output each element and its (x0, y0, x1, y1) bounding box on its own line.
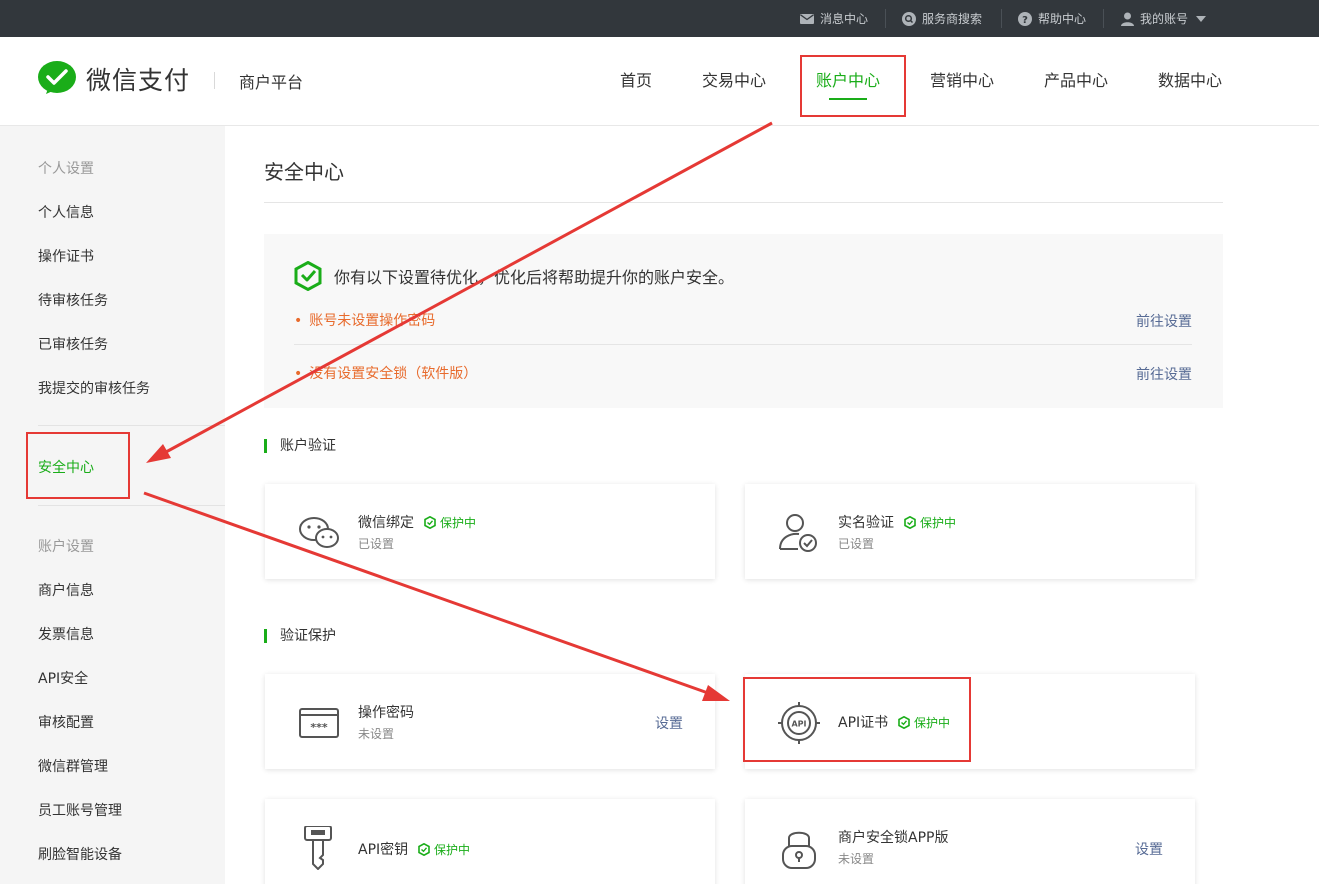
alert-divider (294, 344, 1192, 345)
key-icon (304, 826, 332, 870)
sidebar-item-personal-info[interactable]: 个人信息 (38, 202, 94, 222)
sidebar: 个人设置 个人信息 操作证书 待审核任务 已审核任务 我提交的审核任务 安全中心… (0, 126, 225, 884)
chevron-down-icon (1196, 15, 1207, 22)
sidebar-item-invoice-info[interactable]: 发票信息 (38, 624, 94, 644)
card-security-lock-app[interactable]: 商户安全锁APP版 未设置 设置 (745, 799, 1195, 884)
annotation-box-security-center (26, 432, 130, 499)
badge-label: 保护中 (440, 516, 477, 530)
setup-button[interactable]: 设置 (1135, 839, 1163, 859)
messages-label: 消息中心 (820, 12, 869, 26)
messages-link[interactable]: 消息中心 (800, 0, 868, 37)
badge-label: 保护中 (920, 516, 957, 530)
main-header: 微信支付 商户平台 首页 交易中心 账户中心 营销中心 产品中心 数据中心 (0, 37, 1319, 126)
user-verified-icon (779, 514, 817, 552)
sidebar-item-api-security[interactable]: API安全 (38, 668, 88, 688)
user-icon (1121, 12, 1134, 26)
warning-no-security-lock: 没有设置安全锁（软件版） (294, 363, 477, 383)
wechat-pay-logo[interactable]: 微信支付 (38, 61, 190, 97)
question-icon: ? (1018, 11, 1032, 26)
nav-marketing-center[interactable]: 营销中心 (930, 67, 994, 91)
warning-no-op-password: 账号未设置操作密码 (294, 310, 435, 330)
shield-check-icon (294, 261, 322, 291)
sidebar-item-staff-accounts[interactable]: 员工账号管理 (38, 800, 122, 820)
card-wechat-bind[interactable]: 微信绑定 保护中 已设置 (265, 484, 715, 579)
card-real-name[interactable]: 实名验证 保护中 已设置 (745, 484, 1195, 579)
card-status: 未设置 (358, 727, 395, 741)
mail-icon (800, 13, 814, 24)
account-label: 我的账号 (1140, 12, 1189, 26)
card-title: 实名验证 (838, 515, 894, 531)
sidebar-divider (38, 505, 225, 506)
alert-message: 你有以下设置待优化，优化后将帮助提升你的账户安全。 (334, 268, 735, 287)
provider-search-link[interactable]: 服务商搜索 (902, 0, 982, 37)
search-icon (902, 11, 916, 26)
card-status: 已设置 (838, 537, 875, 551)
svg-text:***: *** (310, 721, 328, 734)
sidebar-item-review-config[interactable]: 审核配置 (38, 712, 94, 732)
section-verification-protection: 验证保护 (264, 629, 336, 643)
card-title: API密钥 (358, 842, 409, 858)
annotation-box-api-certificate (743, 677, 971, 762)
card-title: 操作密码 (358, 705, 414, 721)
card-title: 商户安全锁APP版 (838, 830, 949, 846)
status-badge: 保护中 (418, 841, 470, 858)
annotation-box-account-center (800, 55, 906, 117)
nav-home[interactable]: 首页 (620, 67, 652, 91)
sidebar-item-wechat-group[interactable]: 微信群管理 (38, 756, 108, 776)
brand-name: 微信支付 (86, 66, 191, 95)
sidebar-group-account: 账户设置 (38, 539, 94, 555)
title-divider (264, 202, 1223, 203)
setup-button[interactable]: 设置 (655, 713, 683, 733)
wechat-chat-icon (299, 517, 339, 548)
sidebar-item-op-certificate[interactable]: 操作证书 (38, 246, 94, 266)
sidebar-group-personal: 个人设置 (38, 161, 94, 177)
help-link[interactable]: ? 帮助中心 (1018, 0, 1086, 37)
card-op-password[interactable]: *** 操作密码 未设置 设置 (265, 674, 715, 769)
section-account-verification: 账户验证 (264, 439, 336, 453)
sidebar-item-my-submitted[interactable]: 我提交的审核任务 (38, 378, 150, 398)
account-menu[interactable]: 我的账号 (1121, 0, 1207, 37)
topbar-separator (885, 9, 886, 28)
provider-search-label: 服务商搜索 (922, 12, 983, 26)
wechat-pay-logo-icon (38, 61, 76, 94)
card-title: 微信绑定 (358, 515, 414, 531)
sidebar-item-reviewed[interactable]: 已审核任务 (38, 334, 108, 354)
top-utility-bar: 消息中心 服务商搜索 ? 帮助中心 我的账号 (0, 0, 1319, 37)
shield-icon (418, 843, 430, 856)
topbar-separator (1001, 9, 1002, 28)
help-label: 帮助中心 (1038, 12, 1087, 26)
sidebar-divider (38, 425, 225, 426)
sidebar-item-merchant-info[interactable]: 商户信息 (38, 580, 94, 600)
nav-data-center[interactable]: 数据中心 (1158, 67, 1222, 91)
logo-divider (214, 72, 215, 89)
shield-icon (424, 516, 436, 529)
topbar-separator (1103, 9, 1104, 28)
page-title: 安全中心 (264, 160, 344, 184)
goto-setting-link[interactable]: 前往设置 (1136, 311, 1192, 331)
lock-icon (782, 831, 816, 869)
status-badge: 保护中 (904, 514, 956, 531)
sidebar-item-face-devices[interactable]: 刷脸智能设备 (38, 844, 122, 864)
card-status: 未设置 (838, 852, 875, 866)
nav-product-center[interactable]: 产品中心 (1044, 67, 1108, 91)
nav-trade-center[interactable]: 交易中心 (702, 67, 766, 91)
card-api-key[interactable]: API密钥 保护中 (265, 799, 715, 884)
status-badge: 保护中 (424, 514, 476, 531)
shield-icon (904, 516, 916, 529)
goto-setting-link[interactable]: 前往设置 (1136, 364, 1192, 384)
svg-text:?: ? (1022, 15, 1028, 26)
password-field-icon: *** (299, 708, 339, 738)
badge-label: 保护中 (434, 843, 471, 857)
platform-name: 商户平台 (239, 73, 304, 92)
sidebar-item-pending-review[interactable]: 待审核任务 (38, 290, 108, 310)
card-status: 已设置 (358, 537, 395, 551)
